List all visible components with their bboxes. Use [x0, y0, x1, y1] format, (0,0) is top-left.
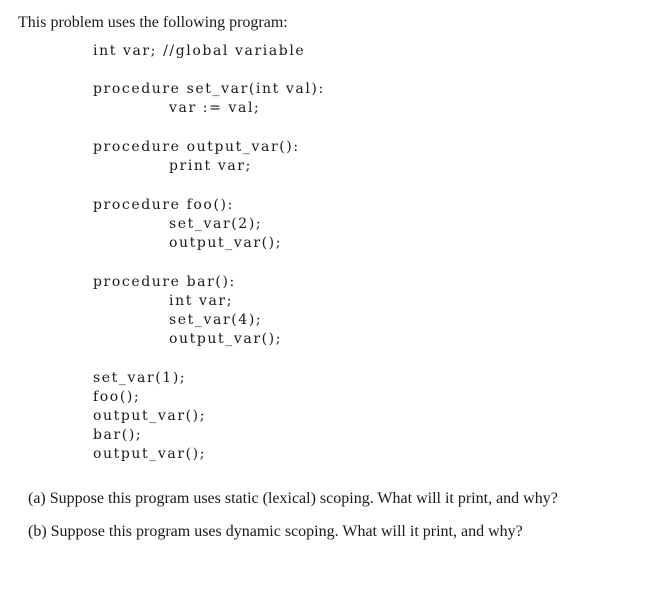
- code-line: var := val;: [169, 100, 261, 116]
- procedure-header-foo: procedure foo():: [93, 197, 234, 213]
- procedure-header-output-var: procedure output_var():: [93, 139, 300, 155]
- question-a: (a) Suppose this program uses static (le…: [28, 490, 558, 508]
- main-code-line: bar();: [93, 427, 143, 443]
- code-line: int var;: [169, 293, 234, 309]
- main-code-line: output_var();: [93, 446, 207, 462]
- main-code-line: set_var(1);: [93, 370, 187, 386]
- question-text: Suppose this program uses dynamic scopin…: [50, 523, 523, 540]
- main-code-line: output_var();: [93, 408, 207, 424]
- question-label: (b): [28, 523, 47, 540]
- code-line: set_var(2);: [169, 216, 263, 232]
- question-b: (b) Suppose this program uses dynamic sc…: [28, 523, 523, 541]
- code-line: print var;: [169, 158, 252, 174]
- code-line: set_var(4);: [169, 312, 263, 328]
- question-label: (a): [28, 490, 46, 507]
- global-declaration: int var; //global variable: [93, 43, 306, 59]
- code-line: output_var();: [169, 235, 283, 251]
- problem-intro: This problem uses the following program:: [18, 14, 288, 31]
- main-code-line: foo();: [93, 389, 141, 405]
- procedure-header-bar: procedure bar():: [93, 274, 236, 290]
- procedure-header-set-var: procedure set_var(int val):: [93, 81, 325, 97]
- code-line: output_var();: [169, 331, 283, 347]
- question-text: Suppose this program uses static (lexica…: [49, 490, 558, 507]
